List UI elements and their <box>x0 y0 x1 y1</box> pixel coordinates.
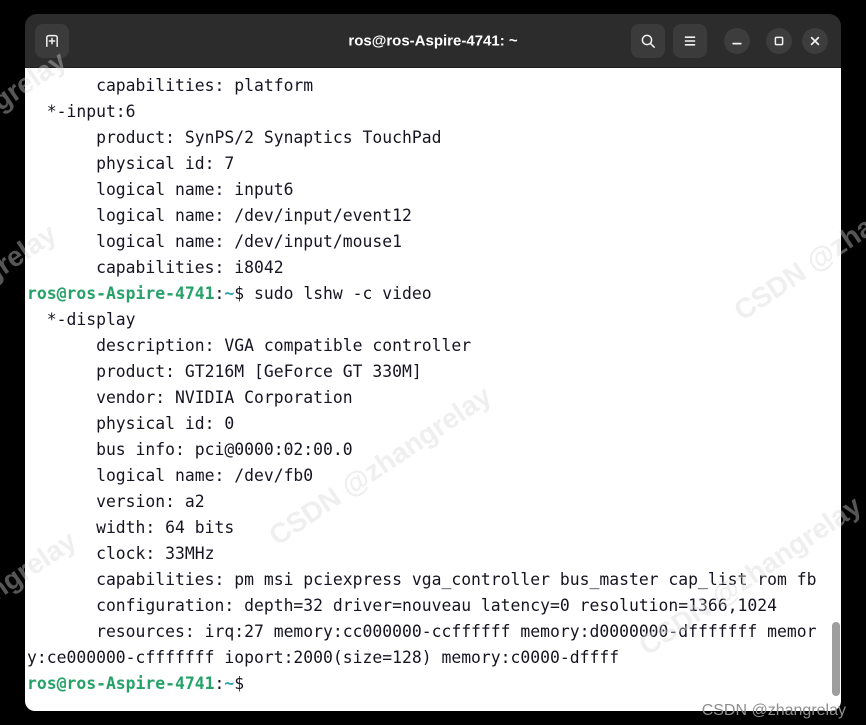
terminal-line: logical name: input6 <box>27 177 841 203</box>
minimize-icon <box>730 34 744 48</box>
desktop-background: { "window": { "title": "ros@ros-Aspire-4… <box>0 0 866 725</box>
terminal-line: logical name: /dev/input/mouse1 <box>27 229 841 255</box>
terminal-line: capabilities: pm msi pciexpress vga_cont… <box>27 567 841 593</box>
new-tab-button[interactable] <box>35 24 69 58</box>
terminal-viewport[interactable]: capabilities: platform *-input:6 product… <box>25 68 841 711</box>
new-tab-icon <box>44 33 60 49</box>
maximize-icon <box>772 34 786 48</box>
close-button[interactable] <box>802 28 828 54</box>
watermark-credit: CSDN @zhangrelay <box>702 702 846 720</box>
terminal-line: product: SynPS/2 Synaptics TouchPad <box>27 125 841 151</box>
titlebar[interactable]: ros@ros-Aspire-4741: ~ <box>25 14 841 68</box>
terminal-line: bus info: pci@0000:02:00.0 <box>27 437 841 463</box>
terminal-line: physical id: 0 <box>27 411 841 437</box>
terminal-line: ros@ros-Aspire-4741:~$ <box>27 671 841 697</box>
terminal-line: width: 64 bits <box>27 515 841 541</box>
close-icon <box>808 34 822 48</box>
minimize-button[interactable] <box>724 28 750 54</box>
terminal-line: physical id: 7 <box>27 151 841 177</box>
terminal-line: product: GT216M [GeForce GT 330M] <box>27 359 841 385</box>
terminal-line: *-input:6 <box>27 99 841 125</box>
terminal-line: *-display <box>27 307 841 333</box>
terminal-line: capabilities: i8042 <box>27 255 841 281</box>
terminal-line: description: VGA compatible controller <box>27 333 841 359</box>
search-button[interactable] <box>631 24 665 58</box>
terminal-line: logical name: /dev/fb0 <box>27 463 841 489</box>
terminal-output: capabilities: platform *-input:6 product… <box>27 73 841 697</box>
terminal-line: y:ce000000-cfffffff ioport:2000(size=128… <box>27 645 841 671</box>
search-icon <box>640 33 657 50</box>
terminal-line: capabilities: platform <box>27 73 841 99</box>
window-title: ros@ros-Aspire-4741: ~ <box>348 32 517 49</box>
menu-icon <box>682 33 698 49</box>
scrollbar-thumb[interactable] <box>832 622 840 696</box>
menu-button[interactable] <box>673 24 707 58</box>
terminal-line: logical name: /dev/input/event12 <box>27 203 841 229</box>
maximize-button[interactable] <box>766 28 792 54</box>
terminal-line: resources: irq:27 memory:cc000000-ccffff… <box>27 619 841 645</box>
terminal-line: ros@ros-Aspire-4741:~$ sudo lshw -c vide… <box>27 281 841 307</box>
terminal-line: vendor: NVIDIA Corporation <box>27 385 841 411</box>
terminal-line: version: a2 <box>27 489 841 515</box>
terminal-line: clock: 33MHz <box>27 541 841 567</box>
terminal-line: configuration: depth=32 driver=nouveau l… <box>27 593 841 619</box>
terminal-window: ros@ros-Aspire-4741: ~ <box>25 14 841 711</box>
